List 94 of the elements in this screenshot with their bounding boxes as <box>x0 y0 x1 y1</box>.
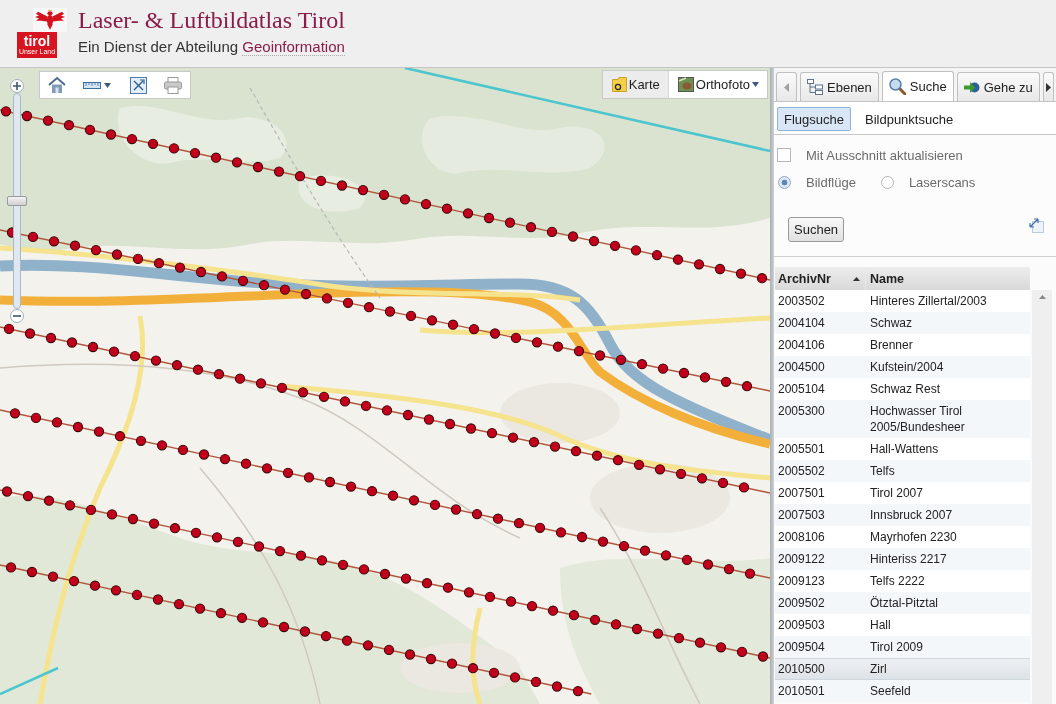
home-icon[interactable] <box>48 76 66 94</box>
table-cell-text: Tirol 2007 <box>869 485 924 501</box>
table-cell-text: 2008106 <box>777 529 826 545</box>
arrow-right-icon <box>963 80 980 94</box>
search-icon <box>888 78 906 95</box>
resize-icon[interactable] <box>1028 217 1044 233</box>
table-row[interactable]: 2007501 Tirol 2007 <box>775 482 1030 504</box>
table-cell-text: Schwaz Rest <box>869 381 942 397</box>
table-row[interactable]: 2009502 Ötztal-Pitztal <box>775 592 1030 614</box>
table-row[interactable]: 2007503 Innsbruck 2007 <box>775 504 1030 526</box>
radio-label: Bildflüge <box>806 174 856 190</box>
table-row[interactable]: 2009123 Telfs 2222 <box>775 570 1030 592</box>
logo-wordmark: tirol <box>23 34 51 48</box>
table-row[interactable]: 2005104 Schwaz Rest <box>775 378 1030 400</box>
subtitle: Ein Dienst der Abteilung Geoinformation <box>78 37 345 57</box>
caret-down-icon <box>104 82 111 88</box>
photo-icon <box>677 77 694 92</box>
table-cell-text: 2007503 <box>777 507 826 523</box>
radio-label: Laserscans <box>908 174 976 190</box>
table-cell-text: 2005300 <box>777 403 826 420</box>
table-row[interactable]: 2010500 Zirl <box>775 658 1030 680</box>
table-cell-text: Hinteriss 2217 <box>869 551 948 567</box>
table-cell-text: 2005501 <box>777 441 826 457</box>
table-row[interactable]: 2009504 Tirol 2009 <box>775 636 1030 658</box>
radio-button[interactable] <box>880 175 894 189</box>
table-cell-text: Telfs <box>869 463 896 479</box>
table-cell-text: 2005502 <box>777 463 826 479</box>
tab[interactable]: Gehe zu <box>956 72 1040 101</box>
table-cell-text: 2010501 <box>777 683 826 699</box>
column-header[interactable]: Name <box>866 267 1030 290</box>
table-cell-text: Brenner <box>869 337 914 353</box>
tree-icon <box>807 79 823 95</box>
search-button[interactable]: Suchen <box>788 217 845 242</box>
table-cell-text: Hall <box>869 617 892 633</box>
table-cell-text: Hall-Wattens <box>869 441 940 457</box>
basemap-button[interactable]: Karte <box>602 71 669 98</box>
triangle-up-icon <box>1038 295 1046 299</box>
table-cell-text: Tirol 2009 <box>869 639 924 655</box>
table-cell-text: Zirl <box>869 661 888 677</box>
plus-icon <box>13 82 21 90</box>
folder-icon <box>611 77 627 92</box>
tab[interactable]: Ebenen <box>800 72 879 101</box>
table-row[interactable]: 2005502 Telfs <box>775 460 1030 482</box>
app-title: Laser- & Luftbildatlas Tirol <box>78 6 345 35</box>
table-cell-text: 2005104 <box>777 381 826 397</box>
tab[interactable]: Suche <box>881 71 954 101</box>
table-row[interactable]: 2004106 Brenner <box>775 334 1030 356</box>
table-row[interactable]: 2005300 Hochwasser Tirol 2005/Bundesheer <box>775 400 1030 438</box>
table-cell-text: Seefeld <box>869 683 912 699</box>
table-cell-text: 2009122 <box>777 551 826 567</box>
table-cell-text: 2004104 <box>777 315 826 331</box>
table-cell-text: 2009123 <box>777 573 826 589</box>
table-row[interactable]: 2008106 Mayrhofen 2230 <box>775 526 1030 548</box>
table-row[interactable]: 2009122 Hinteriss 2217 <box>775 548 1030 570</box>
table-cell-text: 2007501 <box>777 485 826 501</box>
table-row[interactable]: 2009503 Hall <box>775 614 1030 636</box>
tab-scroll-left-button[interactable] <box>776 72 797 101</box>
table-cell-text: Ötztal-Pitztal <box>869 595 939 611</box>
table-row[interactable]: 2004500 Kufstein/2004 <box>775 356 1030 378</box>
triangle-right-icon <box>1045 82 1051 92</box>
department-link[interactable]: Geoinformation <box>242 38 345 56</box>
minus-icon <box>13 315 21 317</box>
table-cell-text: Telfs 2222 <box>869 573 926 589</box>
table-cell-text: Hinteres Zillertal/2003 <box>869 293 988 309</box>
checkbox[interactable] <box>777 148 791 162</box>
tab-scroll-right-button[interactable] <box>1042 72 1054 101</box>
table-cell-text: 2009504 <box>777 639 826 655</box>
table-cell-text: Innsbruck 2007 <box>869 507 954 523</box>
table-row[interactable]: 2003502 Hinteres Zillertal/2003 <box>775 290 1030 312</box>
triangle-left-icon <box>784 82 789 92</box>
table-row[interactable]: 2004104 Schwaz <box>775 312 1030 334</box>
zoom-slider-thumb[interactable] <box>7 196 27 206</box>
scrollbar[interactable] <box>1032 290 1052 704</box>
tab[interactable]: Bildpunktsuche <box>858 107 961 131</box>
table-cell-text: 2004500 <box>777 359 826 375</box>
table-cell-text: 2010500 <box>777 661 826 677</box>
boundary-line <box>0 666 59 696</box>
table-cell-text: Mayrhofen 2230 <box>869 529 958 545</box>
zoom-extent-icon[interactable] <box>130 76 147 94</box>
checkbox-label: Mit Ausschnitt aktualisieren <box>806 147 963 163</box>
table-cell-text: 2009502 <box>777 595 826 611</box>
table-cell-text: Hochwasser Tirol 2005/Bundesheer <box>869 403 966 435</box>
table-cell-text: 2009503 <box>777 617 826 633</box>
table-cell-text: Kufstein/2004 <box>869 359 945 375</box>
table-cell-text: Schwaz <box>869 315 914 331</box>
table-cell-text: 2003502 <box>777 293 826 309</box>
table-row[interactable]: 2005501 Hall-Wattens <box>775 438 1030 460</box>
table-cell-text: 2004106 <box>777 337 826 353</box>
printer-icon[interactable] <box>164 76 182 94</box>
tab[interactable]: Flugsuche <box>777 107 851 131</box>
zoom-slider[interactable] <box>7 93 27 309</box>
radio-button[interactable] <box>778 175 791 189</box>
table-row[interactable]: 2010501 Seefeld <box>775 680 1030 702</box>
ruler-icon <box>83 81 101 89</box>
